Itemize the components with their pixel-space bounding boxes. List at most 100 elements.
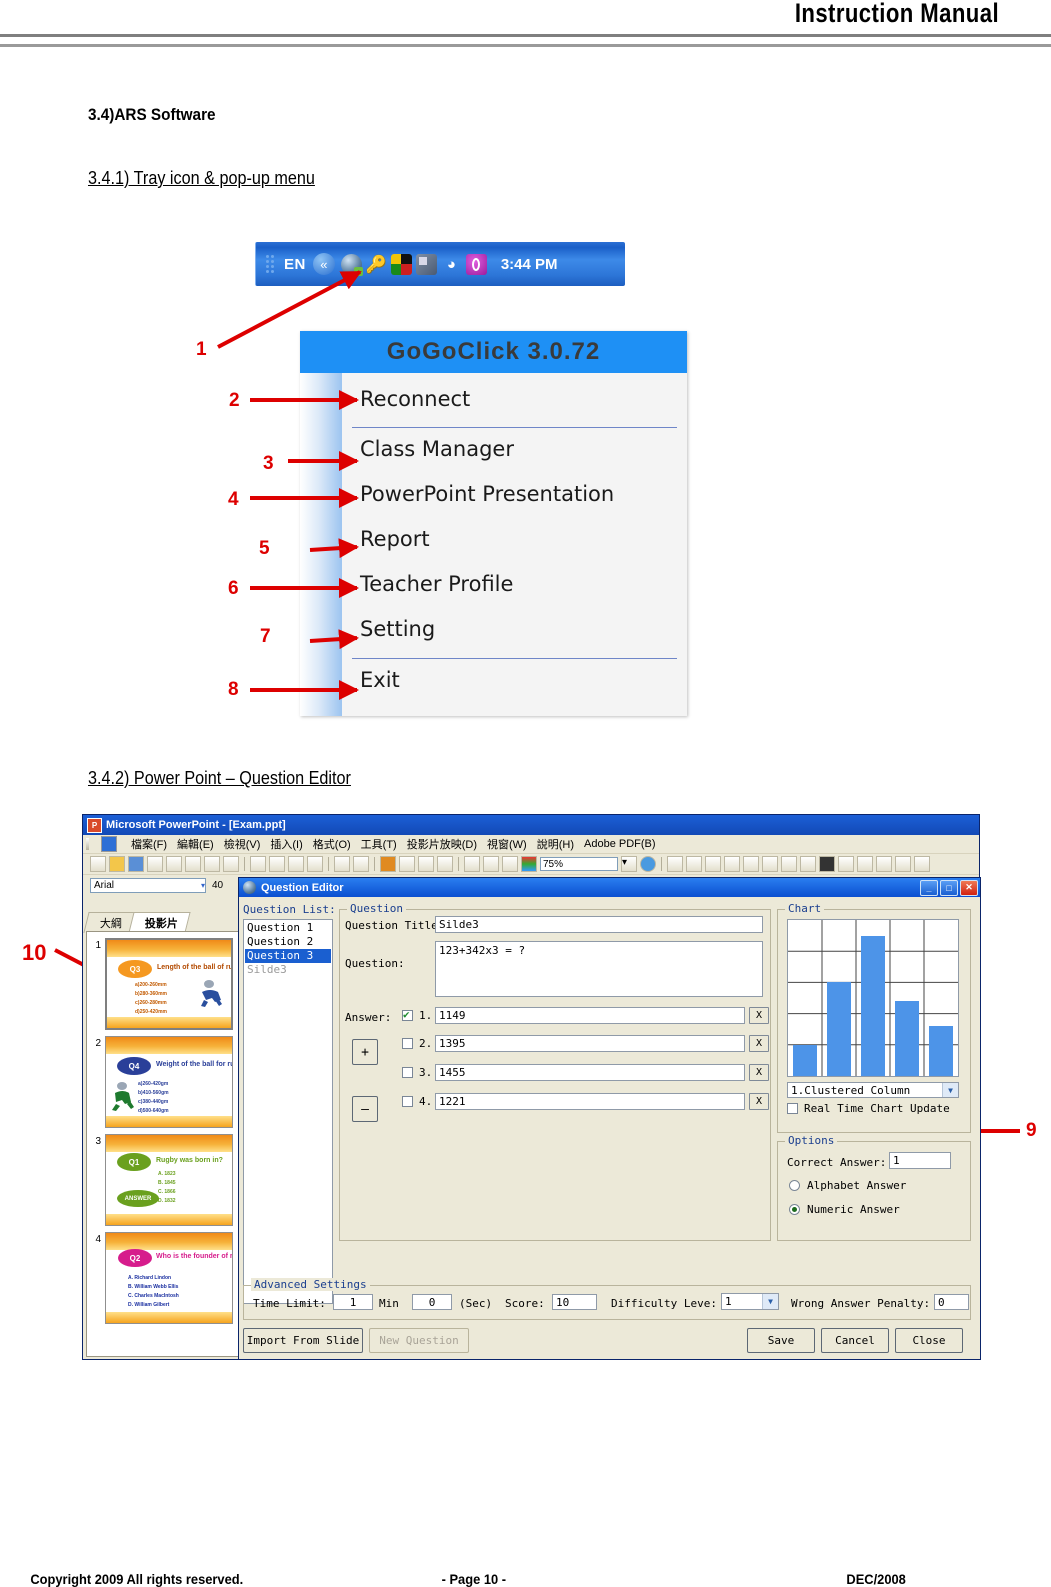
design-icon[interactable] [667,856,683,872]
copy-icon[interactable] [269,856,285,872]
undo-icon[interactable] [334,856,350,872]
time-limit-seconds-input[interactable]: 0 [412,1294,452,1310]
menu-item-setting[interactable]: Setting [360,617,435,641]
save-button[interactable]: Save [747,1328,815,1353]
open-folder-icon[interactable] [109,856,125,872]
menu-item-reconnect[interactable]: Reconnect [360,387,470,411]
wifi-icon[interactable]: ◕ [441,254,462,275]
network-icon[interactable] [415,253,437,275]
compress-icon[interactable] [914,856,930,872]
rotate-right-icon[interactable] [762,856,778,872]
mail-icon[interactable] [147,856,163,872]
rotate-left-icon[interactable] [743,856,759,872]
slide-thumbnail[interactable]: Q2 Who is the founder of rugby? A. Richa… [105,1232,233,1324]
menu-adobe-pdf[interactable]: Adobe PDF(B) [584,838,656,850]
menu-format[interactable]: 格式(O) [313,836,351,852]
difficulty-combobox[interactable]: 1 ▼ [721,1293,779,1310]
remove-answer-button[interactable]: – [352,1096,378,1122]
menu-help[interactable]: 說明(H) [537,836,574,852]
tab-outline[interactable]: 大綱 [83,912,135,933]
slide-thumbnail[interactable]: Q3 Length of the ball of rugby a)200-260… [105,938,233,1030]
answer-delete-button-2[interactable]: X [749,1035,769,1052]
print-preview-icon[interactable] [185,856,201,872]
answer-checkbox-2[interactable] [402,1038,413,1049]
help-icon[interactable] [640,856,656,872]
slide-thumbnail-row[interactable]: 3 Q1 Rugby was born in? A. 1823 B. 1845 … [89,1134,240,1226]
save-icon[interactable] [128,856,144,872]
answer-delete-button-4[interactable]: X [749,1093,769,1110]
score-input[interactable]: 10 [552,1294,597,1310]
close-button[interactable]: ✕ [960,879,978,896]
correct-answer-input[interactable]: 1 [889,1152,951,1169]
zoom-combobox[interactable]: 75% [540,857,618,871]
clock-time[interactable]: 3:44 PM [501,256,558,273]
color-scheme-icon[interactable] [521,856,537,872]
zoom-dropdown-icon[interactable]: ▾ [621,856,637,872]
chevron-left-icon[interactable]: « [312,253,335,275]
color-squares-icon[interactable] [390,253,412,275]
effects-icon[interactable] [483,856,499,872]
maximize-button[interactable]: □ [940,879,958,896]
menu-item-report[interactable]: Report [360,527,430,551]
font-size-combobox[interactable]: 40 [209,878,238,893]
alphabet-answer-radio[interactable] [789,1180,800,1191]
crop-icon[interactable] [838,856,854,872]
purple-app-icon[interactable] [465,253,487,275]
menu-edit[interactable]: 編輯(E) [177,836,214,852]
research-icon[interactable] [223,856,239,872]
new-file-icon[interactable] [90,856,106,872]
menu-item-exit[interactable]: Exit [360,668,400,692]
slide-thumbnail-row[interactable]: 1 Q3 Length of the ball of rugby a)200-2… [89,938,240,1030]
align-icon[interactable] [464,856,480,872]
chevron-down-icon[interactable]: ▼ [942,1083,958,1097]
globe-icon[interactable] [340,253,363,276]
tray-grip-handle[interactable] [266,251,276,277]
menu-item-powerpoint-presentation[interactable]: PowerPoint Presentation [360,482,614,506]
insert-table-icon[interactable] [399,856,415,872]
picture-icon[interactable] [437,856,453,872]
slide-thumbnail-row[interactable]: 4 Q2 Who is the founder of rugby? A. Ric… [89,1232,240,1324]
redo-icon[interactable] [353,856,369,872]
increase-indent-icon[interactable] [781,856,797,872]
question-body-input[interactable]: 123+342x3 = ? [435,941,763,997]
menu-window[interactable]: 視窗(W) [487,836,527,852]
format-painter-icon[interactable] [307,856,323,872]
menu-item-class-manager[interactable]: Class Manager [360,437,514,461]
transparency-icon[interactable] [876,856,892,872]
spellcheck-icon[interactable] [204,856,220,872]
cut-icon[interactable] [250,856,266,872]
slide-thumbnail[interactable]: Q4 Weight of the ball for rugby a)260-42… [105,1036,233,1128]
question-list-item[interactable]: Silde3 [245,963,331,977]
menu-slideshow[interactable]: 投影片放映(D) [407,836,477,852]
slide-thumbnail-row[interactable]: 2 Q4 Weight of the ball for rugby a)260-… [89,1036,240,1128]
font-name-combobox[interactable]: Arial ▾ [90,877,206,893]
chart-type-combobox[interactable]: 1.Clustered Column ▼ [787,1082,959,1098]
decrease-indent-icon[interactable] [800,856,816,872]
line-style-icon[interactable] [819,856,835,872]
grid-icon[interactable] [502,856,518,872]
answer-checkbox-1[interactable] [402,1008,413,1021]
menu-view[interactable]: 檢視(V) [224,836,261,852]
tab-slides[interactable]: 投影片 [128,912,191,933]
paste-icon[interactable] [288,856,304,872]
menu-file[interactable]: 檔案(F) [131,836,167,852]
brightness-icon[interactable] [724,856,740,872]
realtime-update-checkbox[interactable] [787,1103,798,1114]
time-limit-minutes-input[interactable]: 1 [333,1294,373,1310]
recolor-icon[interactable] [857,856,873,872]
answer-input-3[interactable]: 1455 [435,1064,745,1081]
chevron-down-icon[interactable]: ▼ [762,1294,778,1309]
menu-tools[interactable]: 工具(T) [361,836,397,852]
answer-delete-button-3[interactable]: X [749,1064,769,1081]
import-from-slide-button[interactable]: Import From Slide [243,1328,363,1353]
answer-checkbox-3[interactable] [402,1067,413,1078]
menubar-grip[interactable] [86,838,89,850]
cancel-button[interactable]: Cancel [821,1328,889,1353]
close-dialog-button[interactable]: Close [895,1328,963,1353]
slide-thumbnail[interactable]: Q1 Rugby was born in? A. 1823 B. 1845 C.… [105,1134,233,1226]
question-list-item[interactable]: Question 1 [245,921,331,935]
new-slide-icon[interactable] [686,856,702,872]
answer-checkbox-4[interactable] [402,1096,413,1107]
answer-delete-button-1[interactable]: X [749,1007,769,1024]
question-list-item[interactable]: Question 2 [245,935,331,949]
